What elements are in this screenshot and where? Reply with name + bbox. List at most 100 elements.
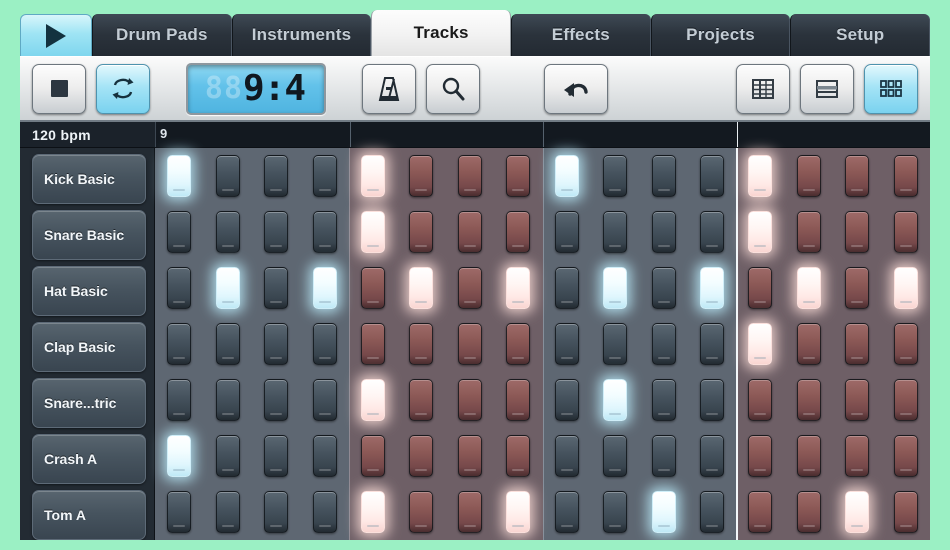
tab-play[interactable] (20, 14, 92, 56)
step-cell[interactable] (252, 148, 300, 204)
step-pad-off[interactable] (796, 379, 821, 421)
step-pad-off[interactable] (651, 211, 676, 253)
tab-drum-pads[interactable]: Drum Pads (92, 14, 232, 56)
step-pad-off[interactable] (167, 379, 192, 421)
step-cell[interactable] (833, 372, 881, 428)
step-cell[interactable] (736, 484, 784, 540)
step-pad-off[interactable] (167, 211, 192, 253)
track-button[interactable]: Hat Basic (32, 266, 146, 316)
step-cell[interactable] (155, 372, 203, 428)
step-cell[interactable] (591, 372, 639, 428)
step-cell[interactable] (349, 428, 397, 484)
step-cell[interactable] (882, 484, 930, 540)
mixer-view-button[interactable] (800, 63, 854, 114)
step-cell[interactable] (349, 372, 397, 428)
step-cell[interactable] (543, 428, 591, 484)
step-cell[interactable] (688, 316, 736, 372)
step-cell[interactable] (397, 316, 445, 372)
step-pad-off[interactable] (409, 491, 434, 533)
step-cell[interactable] (203, 484, 251, 540)
step-pad-on[interactable] (845, 491, 870, 533)
step-pad-off[interactable] (264, 155, 289, 197)
step-cell[interactable] (591, 428, 639, 484)
step-cell[interactable] (397, 260, 445, 316)
step-pad-off[interactable] (506, 155, 531, 197)
step-cell[interactable] (785, 204, 833, 260)
stop-button[interactable] (32, 63, 86, 114)
step-pad-off[interactable] (845, 267, 870, 309)
step-pad-on[interactable] (215, 267, 240, 309)
step-cell[interactable] (494, 372, 542, 428)
step-pad-off[interactable] (409, 211, 434, 253)
step-cell[interactable] (252, 260, 300, 316)
step-pad-on[interactable] (554, 155, 579, 197)
step-cell[interactable] (203, 260, 251, 316)
step-cell[interactable] (639, 316, 687, 372)
step-pad-off[interactable] (264, 435, 289, 477)
step-pad-off[interactable] (215, 435, 240, 477)
step-cell[interactable] (639, 204, 687, 260)
step-cell[interactable] (349, 484, 397, 540)
step-cell[interactable] (155, 148, 203, 204)
track-button[interactable]: Snare...tric (32, 378, 146, 428)
step-cell[interactable] (446, 204, 494, 260)
step-cell[interactable] (155, 484, 203, 540)
step-pad-off[interactable] (554, 267, 579, 309)
step-pad-off[interactable] (796, 435, 821, 477)
step-pad-off[interactable] (457, 379, 482, 421)
step-pad-off[interactable] (651, 155, 676, 197)
step-pad-off[interactable] (748, 379, 773, 421)
step-cell[interactable] (639, 484, 687, 540)
step-pad-off[interactable] (700, 491, 725, 533)
step-cell[interactable] (349, 148, 397, 204)
step-pad-on[interactable] (893, 267, 918, 309)
step-cell[interactable] (688, 204, 736, 260)
track-button[interactable]: Kick Basic (32, 154, 146, 204)
step-pad-on[interactable] (506, 267, 531, 309)
step-pad-off[interactable] (893, 491, 918, 533)
step-cell[interactable] (300, 484, 348, 540)
step-pad-off[interactable] (651, 267, 676, 309)
step-pad-on[interactable] (360, 211, 385, 253)
step-cell[interactable] (736, 428, 784, 484)
step-cell[interactable] (300, 148, 348, 204)
step-pad-off[interactable] (700, 435, 725, 477)
step-pad-off[interactable] (700, 155, 725, 197)
tab-instruments[interactable]: Instruments (231, 14, 372, 56)
pad-matrix-view-button[interactable] (864, 63, 918, 114)
step-pad-off[interactable] (409, 379, 434, 421)
step-cell[interactable] (785, 372, 833, 428)
step-cell[interactable] (397, 148, 445, 204)
step-cell[interactable] (639, 148, 687, 204)
step-pad-off[interactable] (554, 211, 579, 253)
step-cell[interactable] (688, 484, 736, 540)
step-pad-off[interactable] (312, 435, 337, 477)
step-cell[interactable] (155, 260, 203, 316)
step-pad-off[interactable] (796, 211, 821, 253)
tab-setup[interactable]: Setup (790, 14, 930, 56)
step-pad-off[interactable] (603, 435, 628, 477)
step-pad-off[interactable] (360, 323, 385, 365)
step-pad-off[interactable] (215, 379, 240, 421)
step-pad-off[interactable] (893, 323, 918, 365)
step-pad-off[interactable] (603, 155, 628, 197)
step-pad-off[interactable] (215, 491, 240, 533)
step-cell[interactable] (688, 148, 736, 204)
step-cell[interactable] (785, 428, 833, 484)
position-display[interactable]: 88 9:4 (186, 62, 326, 115)
step-cell[interactable] (494, 316, 542, 372)
step-cell[interactable] (446, 428, 494, 484)
step-pad-on[interactable] (603, 379, 628, 421)
step-cell[interactable] (252, 484, 300, 540)
step-cell[interactable] (252, 372, 300, 428)
step-cell[interactable] (543, 316, 591, 372)
step-pad-off[interactable] (264, 379, 289, 421)
step-pad-off[interactable] (506, 211, 531, 253)
step-cell[interactable] (882, 148, 930, 204)
step-cell[interactable] (736, 148, 784, 204)
track-button[interactable]: Clap Basic (32, 322, 146, 372)
step-pad-on[interactable] (651, 491, 676, 533)
step-cell[interactable] (882, 260, 930, 316)
step-pad-on[interactable] (312, 267, 337, 309)
step-pad-off[interactable] (893, 379, 918, 421)
